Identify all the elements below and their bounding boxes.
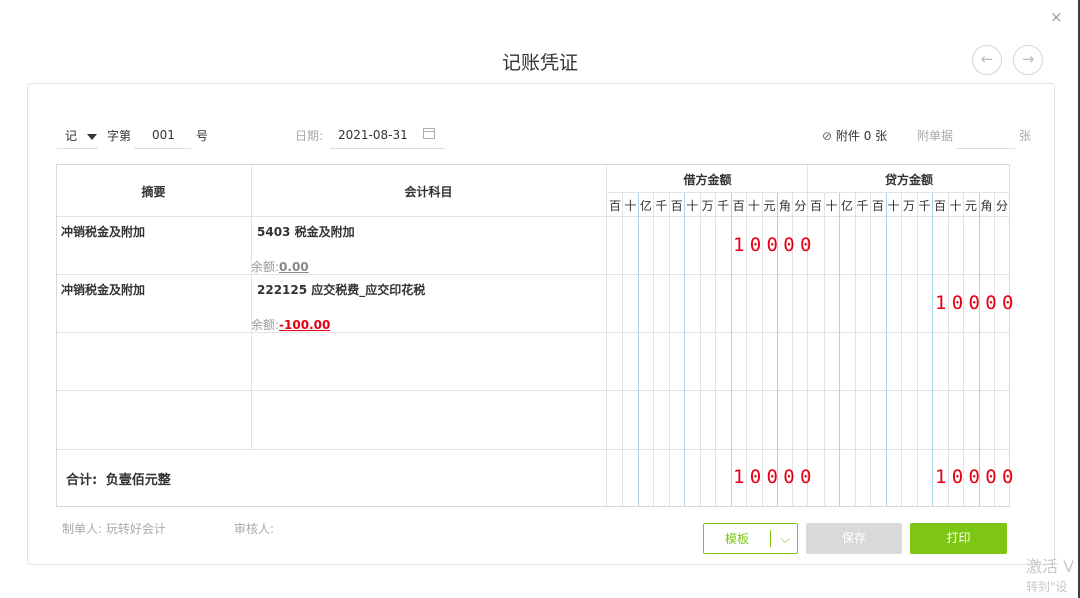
close-icon[interactable]: × [1050, 8, 1063, 26]
digit-unit-label: 十 [887, 199, 900, 213]
digit-unit-label: 元 [964, 199, 977, 213]
table-lines [57, 165, 1009, 506]
calendar-icon[interactable] [423, 128, 435, 139]
row2-summary[interactable]: 冲销税金及附加 [61, 281, 145, 298]
arrow-left-icon: ← [980, 50, 994, 68]
total-row-label: 合计: 负壹佰元整 [66, 469, 171, 488]
header-summary: 摘要 [141, 185, 166, 199]
print-button[interactable]: 打印 [910, 523, 1007, 554]
digit-unit-label: 千 [717, 199, 730, 213]
activation-watermark-line1: 激活 V [1026, 557, 1075, 576]
date-input[interactable]: 2021-08-31 [338, 128, 408, 142]
template-label: 模板 [724, 532, 749, 546]
reviewer-label: 审核人: [234, 522, 275, 536]
total-label: 合计: [66, 473, 98, 488]
template-button[interactable]: 模板 ⌵ [703, 523, 798, 554]
row1-account[interactable]: 5403 税金及附加 [257, 223, 355, 240]
balance-value[interactable]: -100.00 [279, 318, 330, 332]
total-credit-amount: 10000 [935, 466, 1019, 488]
digit-unit-label: 亿 [639, 199, 652, 213]
attachment-link[interactable]: ⊘ 附件 0 张 [822, 127, 887, 144]
digit-unit-label: 千 [856, 199, 869, 213]
row1-balance: 余额:0.00 [251, 258, 309, 275]
digit-unit-label: 千 [655, 199, 668, 213]
dialog-title: 记账凭证 [501, 52, 578, 74]
arrow-right-icon: → [1021, 50, 1035, 68]
word-label: 字第 [107, 129, 132, 143]
paperclip-icon: ⊘ [822, 129, 833, 143]
preparer-label: 制单人: 玩转好会计 [62, 522, 166, 536]
digit-unit-label: 百 [809, 199, 822, 213]
balance-value[interactable]: 0.00 [279, 260, 309, 274]
row2-account[interactable]: 222125 应交税费_应交印花税 [257, 281, 425, 298]
digit-unit-label: 分 [995, 199, 1008, 213]
row2-credit-amount[interactable]: 10000 [935, 292, 1019, 314]
digit-unit-label: 十 [825, 199, 838, 213]
digit-unit-label: 元 [763, 199, 776, 213]
activation-watermark-line2: 转到"设 [1026, 580, 1068, 594]
digit-unit-label: 亿 [840, 199, 853, 213]
digit-unit-label: 十 [686, 199, 699, 213]
total-debit-amount: 10000 [733, 466, 817, 488]
prev-voucher-button[interactable]: ← [972, 45, 1002, 75]
number-suffix: 号 [196, 129, 209, 143]
attachment-label: 附件 0 张 [835, 129, 888, 143]
balance-label: 余额: [251, 318, 280, 332]
digit-unit-label: 百 [608, 199, 621, 213]
digit-unit-label: 十 [624, 199, 637, 213]
header-account: 会计科目 [404, 185, 453, 199]
row1-summary[interactable]: 冲销税金及附加 [61, 223, 145, 240]
header-debit: 借方金额 [683, 173, 732, 187]
attached-docs-label: 附单据 [917, 129, 954, 143]
caret-down-icon [86, 134, 97, 140]
digit-unit-label: 十 [748, 199, 761, 213]
digit-unit-label: 百 [871, 199, 884, 213]
digit-unit-label: 百 [732, 199, 745, 213]
digit-unit-label: 角 [778, 199, 791, 213]
header-credit: 贷方金额 [884, 173, 933, 187]
save-button[interactable]: 保存 [806, 523, 902, 554]
digit-unit-label: 千 [918, 199, 931, 213]
divider [770, 530, 771, 547]
digit-unit-label: 万 [701, 199, 714, 213]
digit-unit-label: 万 [902, 199, 915, 213]
date-label: 日期: [295, 129, 324, 143]
digit-unit-label: 十 [949, 199, 962, 213]
digit-unit-label: 角 [980, 199, 993, 213]
row1-debit-amount[interactable]: 10000 [733, 234, 817, 256]
digit-unit-label: 百 [933, 199, 946, 213]
voucher-number-input[interactable]: 001 [152, 128, 175, 142]
total-words: 负壹佰元整 [105, 473, 171, 488]
voucher-table [56, 164, 1010, 507]
voucher-type-select[interactable]: 记 [65, 127, 97, 144]
digit-unit-label: 分 [794, 199, 807, 213]
voucher-type-value: 记 [65, 129, 78, 143]
sheet-unit: 张 [1019, 129, 1032, 143]
balance-label: 余额: [251, 260, 280, 274]
next-voucher-button[interactable]: → [1013, 45, 1043, 75]
chevron-down-icon[interactable]: ⌵ [774, 524, 796, 555]
row2-balance: 余额:-100.00 [251, 316, 330, 333]
digit-unit-label: 百 [670, 199, 683, 213]
